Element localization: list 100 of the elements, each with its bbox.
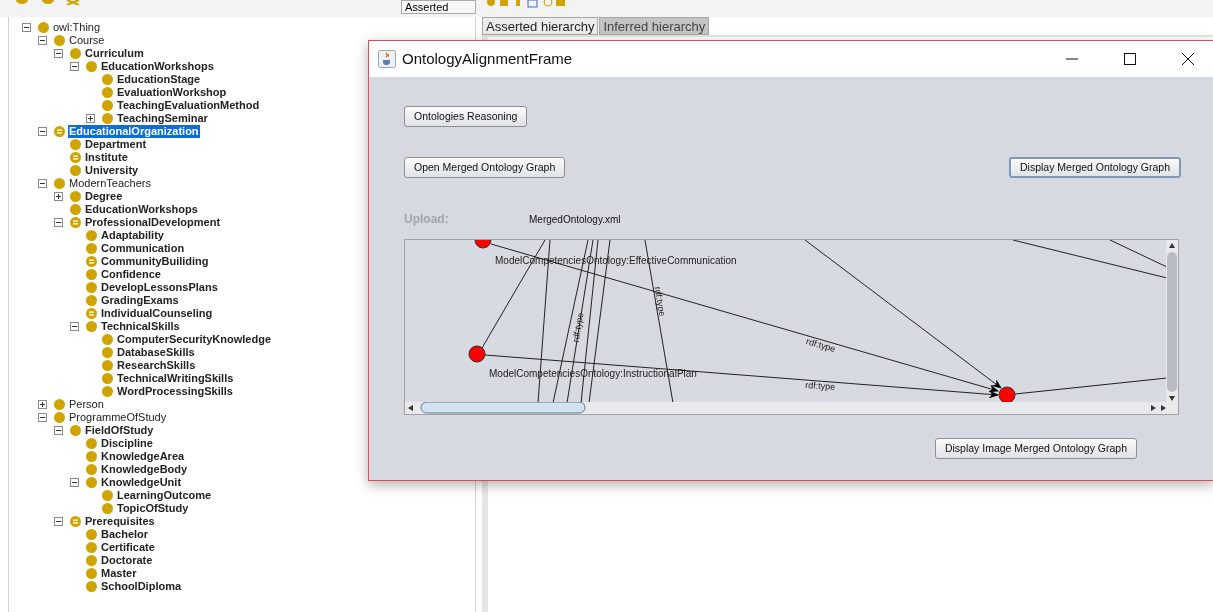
tree-item[interactable]: Discipline	[100, 437, 154, 450]
class-icon	[102, 113, 113, 124]
class-icon	[102, 334, 113, 345]
collapse-icon[interactable]	[70, 62, 79, 71]
class-icon	[70, 165, 81, 176]
tree-item[interactable]: EvaluationWorkshop	[116, 86, 228, 99]
collapse-icon[interactable]	[54, 218, 63, 227]
tree-item[interactable]: Doctorate	[100, 554, 154, 567]
tree-item[interactable]: TechnicalSkills	[100, 320, 181, 333]
tree-item[interactable]: Institute	[84, 151, 129, 164]
class-icon	[86, 282, 97, 293]
class-icon	[70, 139, 81, 150]
tree-item[interactable]: Prerequisites	[84, 515, 156, 528]
collapse-icon[interactable]	[70, 478, 79, 487]
reasoning-button[interactable]: Ontologies Reasoning	[404, 106, 528, 128]
tree-item[interactable]: TeachingSeminar	[116, 112, 209, 125]
upload-file-name: MergedOntology.xml	[529, 212, 621, 227]
window-title: OntologyAlignmentFrame	[402, 48, 573, 69]
tree-item[interactable]: Person	[68, 398, 105, 411]
class-icon	[86, 542, 97, 553]
collapse-icon[interactable]	[54, 517, 63, 526]
tree-item[interactable]: Degree	[84, 190, 124, 203]
class-icon	[102, 503, 113, 514]
tree-item[interactable]: DevelopLessonsPlans	[100, 281, 219, 294]
tree-item[interactable]: TopicOfStudy	[116, 502, 190, 515]
collapse-icon[interactable]	[22, 23, 31, 32]
tree-item[interactable]: LearningOutcome	[116, 489, 213, 502]
edge-label: rdf:type	[804, 380, 836, 393]
tree-item[interactable]: Curriculum	[84, 47, 145, 60]
tree-item[interactable]: WordProcessingSkills	[116, 385, 234, 398]
hierarchy-dropdown[interactable]: Asserted	[401, 0, 476, 14]
tree-item[interactable]: EducationWorkshops	[84, 203, 199, 216]
tree-item[interactable]: Course	[68, 34, 106, 47]
class-icon	[86, 269, 97, 280]
collapse-icon[interactable]	[54, 49, 63, 58]
collapse-icon[interactable]	[38, 127, 47, 136]
tree-item[interactable]: ProfessionalDevelopment	[84, 216, 222, 229]
tree-item[interactable]: TeachingEvaluationMethod	[116, 99, 261, 112]
open-graph-button[interactable]: Open Merged Ontology Graph	[404, 157, 566, 179]
tree-item[interactable]: ProgrammeOfStudy	[68, 411, 168, 424]
class-icon	[86, 555, 97, 566]
tree-item[interactable]: IndividualCounseling	[100, 307, 214, 320]
class-icon	[86, 230, 97, 241]
tree-item[interactable]: Department	[84, 138, 148, 151]
graph-node[interactable]	[468, 345, 486, 363]
tree-item[interactable]: GradingExams	[100, 294, 180, 307]
collapse-icon[interactable]	[70, 322, 79, 331]
tree-item[interactable]: Master	[100, 567, 138, 580]
tree-item[interactable]: EducationalOrganization	[68, 125, 200, 138]
defined-class-icon	[70, 152, 81, 163]
class-icon	[86, 477, 97, 488]
class-icon	[102, 373, 113, 384]
class-icon	[86, 581, 97, 592]
tree-item[interactable]: TechnicalWritingSkills	[116, 372, 235, 385]
expand-icon[interactable]	[38, 400, 47, 409]
tree-item[interactable]: SchoolDiploma	[100, 580, 183, 593]
java-cup-icon	[378, 50, 396, 68]
tree-item[interactable]: Bachelor	[100, 528, 150, 541]
graph-node[interactable]	[474, 240, 492, 249]
collapse-icon[interactable]	[38, 179, 47, 188]
edge-label: rdf:type	[570, 312, 586, 344]
maximize-icon[interactable]	[1123, 52, 1137, 66]
graph-node[interactable]	[998, 386, 1016, 404]
tree-item[interactable]: EducationStage	[116, 73, 202, 86]
class-icon	[86, 438, 97, 449]
tree-item[interactable]: KnowledgeBody	[100, 463, 189, 476]
display-graph-button[interactable]: Display Merged Ontology Graph	[1009, 157, 1181, 179]
tree-item[interactable]: Communication	[100, 242, 186, 255]
hierarchy-tab[interactable]: Asserted hierarchy	[482, 17, 599, 35]
tree-item[interactable]: University	[84, 164, 140, 177]
tree-item[interactable]: KnowledgeUnit	[100, 476, 183, 489]
tree-item[interactable]: KnowledgeArea	[100, 450, 186, 463]
collapse-icon[interactable]	[54, 426, 63, 435]
class-icon	[86, 61, 97, 72]
expand-icon[interactable]	[86, 114, 95, 123]
class-icon	[70, 425, 81, 436]
collapse-icon[interactable]	[38, 36, 47, 45]
tree-item[interactable]: ResearchSkills	[116, 359, 197, 372]
tree-item[interactable]: Adaptability	[100, 229, 165, 242]
defined-class-icon	[70, 217, 81, 228]
tree-item[interactable]: DatabaseSkills	[116, 346, 196, 359]
tree-item[interactable]: CommunityBuiliding	[100, 255, 210, 268]
tree-item[interactable]: ModernTeachers	[68, 177, 152, 190]
class-icon	[86, 451, 97, 462]
tree-item[interactable]: Confidence	[100, 268, 162, 281]
expand-icon[interactable]	[54, 192, 63, 201]
collapse-icon[interactable]	[38, 413, 47, 422]
tree-item[interactable]: Certificate	[100, 541, 156, 554]
tree-item[interactable]: EducationWorkshops	[100, 60, 215, 73]
class-icon	[70, 48, 81, 59]
tree-item[interactable]: FieldOfStudy	[84, 424, 155, 437]
vertical-scrollbar[interactable]	[1166, 240, 1178, 404]
hierarchy-tab[interactable]: Inferred hierarchy	[599, 17, 710, 35]
defined-class-icon	[54, 126, 65, 137]
close-icon[interactable]	[1181, 52, 1195, 66]
tree-item[interactable]: owl:Thing	[52, 21, 102, 34]
tree-item[interactable]: ComputerSecurityKnowledge	[116, 333, 273, 346]
display-image-button[interactable]: Display Image Merged Ontology Graph	[934, 438, 1137, 460]
class-icon	[102, 74, 113, 85]
horizontal-scrollbar[interactable]	[405, 402, 1178, 415]
